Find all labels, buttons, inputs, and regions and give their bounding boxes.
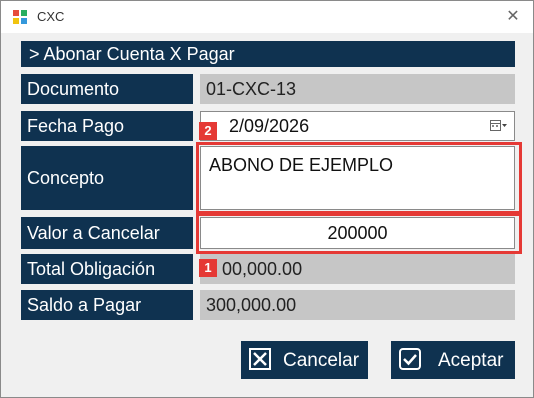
close-button[interactable]: ✕ — [503, 7, 523, 27]
concepto-textarea[interactable]: ABONO DE EJEMPLO — [200, 146, 515, 210]
saldo-pagar-value: 300,000.00 — [200, 290, 515, 320]
concepto-label: Concepto — [21, 146, 193, 210]
accept-button[interactable]: Aceptar — [391, 341, 515, 379]
dialog-window: CXC ✕ > Abonar Cuenta X Pagar Documento … — [0, 0, 534, 398]
title-bar: CXC ✕ — [1, 1, 533, 33]
total-obligacion-label: Total Obligación — [21, 254, 193, 284]
window-title: CXC — [37, 9, 65, 24]
annotation-badge-2: 2 — [199, 122, 217, 140]
fecha-pago-value: 2/09/2026 — [229, 116, 310, 136]
app-logo-icon — [13, 10, 27, 24]
accept-label: Aceptar — [438, 350, 504, 371]
valor-cancelar-label: Valor a Cancelar — [21, 217, 193, 249]
close-icon: ✕ — [506, 8, 520, 25]
annotation-badge-1: 1 — [199, 259, 217, 277]
saldo-pagar-label: Saldo a Pagar — [21, 290, 193, 320]
documento-label: Documento — [21, 74, 193, 104]
cancel-x-icon — [249, 348, 271, 370]
total-obligacion-value: 00,000.00 — [200, 254, 515, 284]
fecha-pago-input[interactable]: 2/09/2026 — [200, 111, 515, 141]
cancel-label: Cancelar — [283, 350, 360, 371]
calendar-dropdown-icon[interactable] — [490, 120, 508, 132]
documento-value: 01-CXC-13 — [200, 74, 515, 104]
cancel-button[interactable]: Cancelar — [241, 341, 368, 379]
fecha-pago-label: Fecha Pago — [21, 111, 193, 141]
accept-check-icon — [399, 348, 421, 370]
form-header: > Abonar Cuenta X Pagar — [21, 41, 515, 67]
valor-cancelar-input[interactable]: 200000 — [200, 217, 515, 249]
